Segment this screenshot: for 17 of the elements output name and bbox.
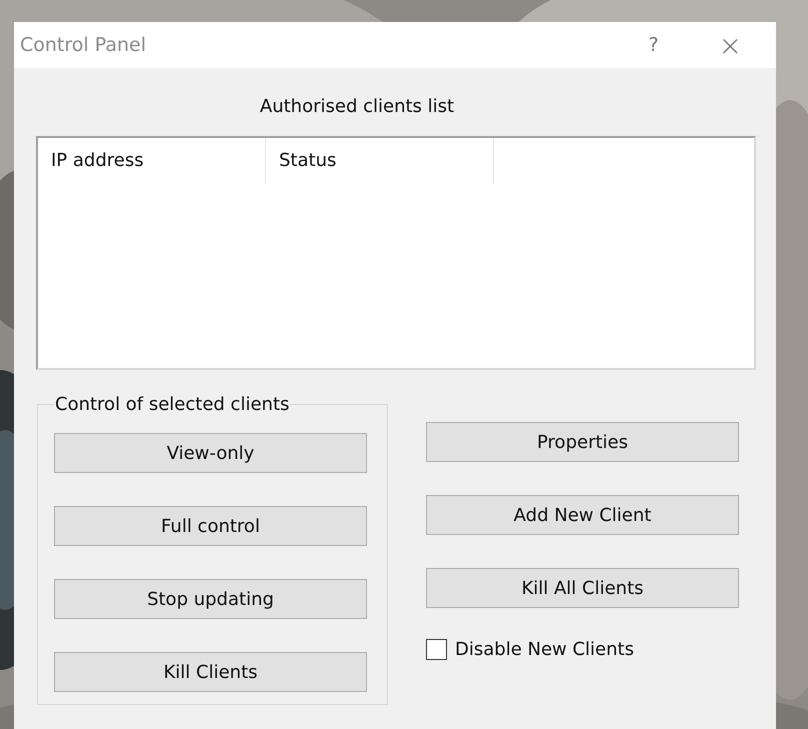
checkbox-label: Disable New Clients: [455, 639, 634, 660]
action-button[interactable]: Add New Client: [426, 495, 739, 535]
checkbox[interactable]: [426, 639, 447, 660]
action-button[interactable]: Properties: [426, 422, 739, 462]
column-header[interactable]: Status: [266, 138, 494, 184]
action-button[interactable]: Full control: [54, 506, 367, 546]
action-button[interactable]: View-only: [54, 433, 367, 473]
window-title: Control Panel: [20, 34, 147, 56]
column-header[interactable]: IP address: [38, 138, 266, 184]
action-button[interactable]: Kill All Clients: [426, 568, 739, 608]
help-button[interactable]: ?: [648, 34, 659, 56]
clients-list[interactable]: IP address Status: [36, 136, 756, 370]
action-button[interactable]: Kill Clients: [54, 652, 367, 692]
action-button[interactable]: Stop updating: [54, 579, 367, 619]
group-title: Control of selected clients: [54, 394, 290, 415]
close-button[interactable]: ×: [718, 28, 742, 62]
list-title: Authorised clients list: [258, 96, 456, 117]
